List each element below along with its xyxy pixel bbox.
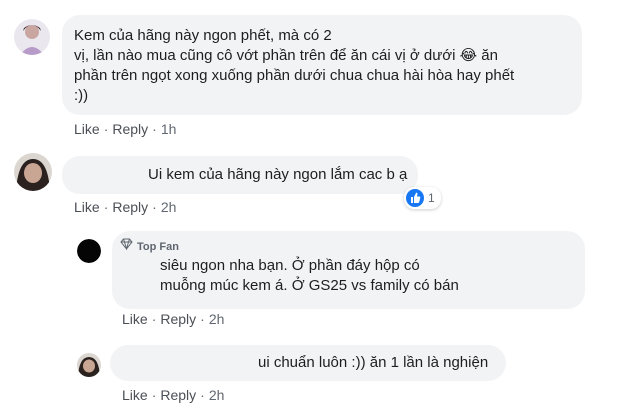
timestamp[interactable]: 2h <box>209 387 225 403</box>
like-button[interactable]: Like <box>122 311 148 327</box>
timestamp[interactable]: 2h <box>161 199 177 215</box>
comment-text: Ui kem của hãng này ngon lắm cac b ạ <box>148 166 408 183</box>
avatar[interactable] <box>14 19 50 55</box>
reaction-count: 1 <box>428 191 435 205</box>
reply-bubble: Top Fan siêu ngon nha bạn. Ở phần đáy hộ… <box>112 231 585 309</box>
timestamp[interactable]: 2h <box>209 311 225 327</box>
reply-actions: Like · Reply · 2h <box>122 311 225 327</box>
reply-button[interactable]: Reply <box>160 387 196 403</box>
reply-button[interactable]: Reply <box>160 311 196 327</box>
reaction-summary[interactable]: 1 <box>404 187 441 209</box>
reply-button[interactable]: Reply <box>112 121 148 137</box>
comment-actions: Like · Reply · 2h <box>74 199 177 215</box>
timestamp[interactable]: 1h <box>161 121 177 137</box>
avatar[interactable] <box>77 239 101 263</box>
comment-actions: Like · Reply · 1h <box>74 121 177 137</box>
diamond-icon <box>120 237 133 257</box>
reply-bubble: ui chuẩn luôn :)) ăn 1 lần là nghiện <box>110 345 506 381</box>
reply-text: siêu ngon nha bạn. Ở phần đáy hộp có muỗ… <box>160 257 459 294</box>
comment-bubble: Ui kem của hãng này ngon lắm cac b ạ <box>62 156 418 194</box>
top-fan-label: Top Fan <box>137 241 179 253</box>
like-button[interactable]: Like <box>74 199 100 215</box>
reply-text: ui chuẩn luôn :)) ăn 1 lần là nghiện <box>258 354 489 371</box>
reply-button[interactable]: Reply <box>112 199 148 215</box>
like-button[interactable]: Like <box>74 121 100 137</box>
top-fan-badge: Top Fan <box>120 237 179 257</box>
avatar[interactable] <box>14 153 52 191</box>
like-button[interactable]: Like <box>122 387 148 403</box>
comment-bubble: Kem của hãng này ngon phết, mà có 2 vị, … <box>62 15 582 115</box>
reply-actions: Like · Reply · 2h <box>122 387 225 403</box>
comment-text: Kem của hãng này ngon phết, mà có 2 vị, … <box>74 27 515 104</box>
avatar[interactable] <box>77 353 101 377</box>
like-reaction-icon <box>406 189 424 207</box>
